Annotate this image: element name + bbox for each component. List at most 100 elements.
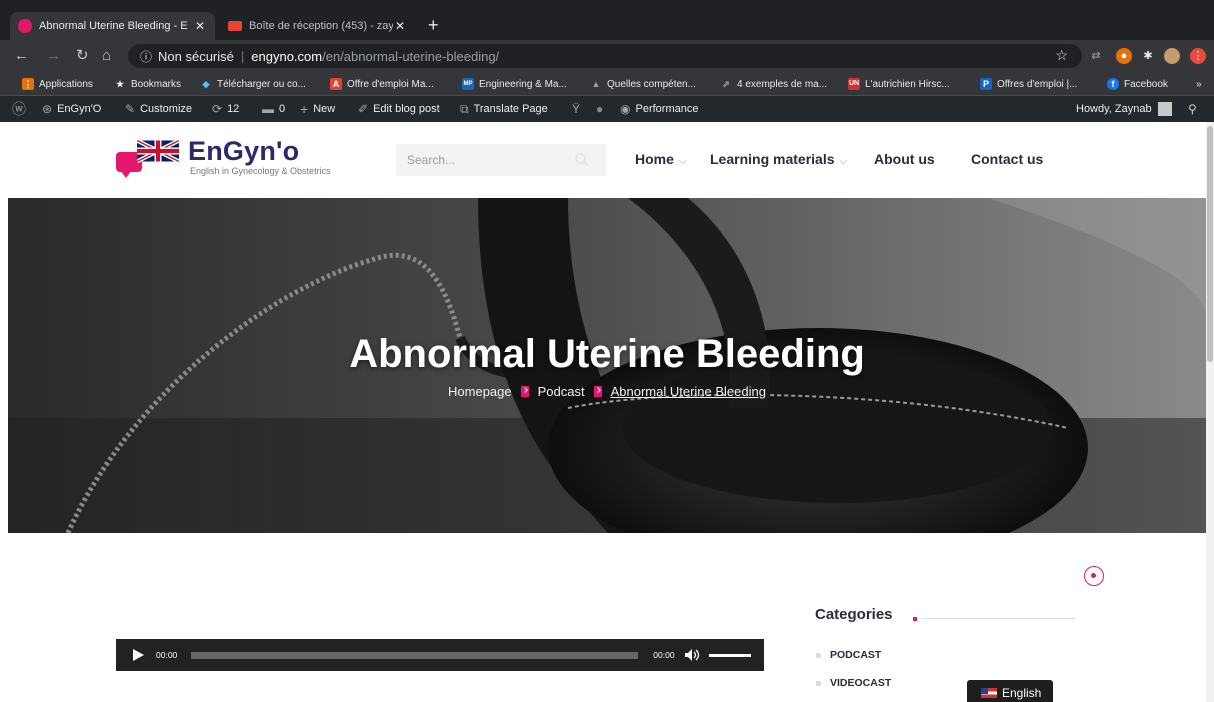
bookmark-label: Applications xyxy=(39,78,93,90)
info-icon[interactable]: ⓘ xyxy=(140,48,152,65)
bookmark-label: Quelles compéten... xyxy=(607,78,696,90)
bookmark-item[interactable]: ⇗ 4 exemples de ma... xyxy=(720,72,827,96)
forward-arrow-icon[interactable]: → xyxy=(46,47,61,64)
menu-learning-label: Learning materials xyxy=(710,151,835,167)
play-icon[interactable] xyxy=(133,649,144,661)
bookmark-item[interactable]: f Facebook xyxy=(1107,72,1168,96)
bullet-icon xyxy=(816,652,821,658)
bookmark-label: L'autrichien Hirsc... xyxy=(865,78,950,90)
scroll-indicator-button[interactable] xyxy=(1084,566,1104,586)
tab-active[interactable]: Abnormal Uterine Bleeding - E ✕ xyxy=(10,12,215,40)
wp-site-label: EnGyn'O xyxy=(57,103,102,115)
bookmarks-overflow-icon[interactable]: » xyxy=(1196,72,1202,96)
reload-icon[interactable]: ↻ xyxy=(76,47,89,64)
engyno-favicon-icon xyxy=(18,19,32,33)
breadcrumb-arrow-icon xyxy=(593,386,602,397)
logo-bubble-tail xyxy=(120,170,132,178)
wp-account[interactable]: Howdy, Zaynab xyxy=(1076,96,1172,122)
wp-customize[interactable]: ✎ Customize xyxy=(125,96,192,122)
wp-translate[interactable]: ⧉ Translate Page xyxy=(460,96,548,122)
us-flag-icon xyxy=(981,688,997,698)
update-menu-icon[interactable]: ⋮ xyxy=(1190,48,1206,64)
wp-edit-post[interactable]: ✐ Edit blog post xyxy=(358,96,440,122)
bookmark-star-icon[interactable]: ☆ xyxy=(1055,47,1068,64)
page-title: Abnormal Uterine Bleeding xyxy=(349,332,865,376)
bookmark-label: Bookmarks xyxy=(131,78,182,90)
menu-learning-materials[interactable]: Learning materials ⌵ xyxy=(710,151,847,167)
bookmarks-bar: ⋮ Applications ★ Bookmarks ◆ Télécharger… xyxy=(0,72,1214,96)
facebook-icon: f xyxy=(1107,78,1119,90)
search-icon[interactable] xyxy=(574,152,590,168)
wp-search-icon[interactable]: ⚲ xyxy=(1188,96,1202,122)
logo-tagline: English in Gynecology & Obstetrics xyxy=(190,166,331,176)
bookmark-label: Engineering & Ma... xyxy=(479,78,567,90)
extension-icon[interactable]: ⇄ xyxy=(1088,48,1104,64)
wp-new-label: New xyxy=(313,103,336,115)
address-bar[interactable]: ⓘ Non sécurisé | engyno.com /en/abnormal… xyxy=(128,44,1082,68)
yoast-seo-icon[interactable]: Ÿ xyxy=(572,96,585,122)
bookmark-item[interactable]: ⋮ Applications xyxy=(22,72,93,96)
home-icon[interactable]: ⌂ xyxy=(102,47,111,64)
new-tab-button[interactable]: + xyxy=(428,16,439,34)
bookmark-item[interactable]: ▲ Quelles compéten... xyxy=(590,72,696,96)
category-label: PODCAST xyxy=(830,649,882,661)
site-header: EnGyn'o English in Gynecology & Obstetri… xyxy=(0,122,1214,198)
bookmark-item[interactable]: A Offre d'emploi Ma... xyxy=(330,72,434,96)
language-switcher[interactable]: English xyxy=(967,680,1053,702)
wordpress-logo-icon[interactable]: ⓦ xyxy=(12,96,31,122)
address-separator: | xyxy=(240,48,245,64)
bookmark-item[interactable]: P Offres d'emploi |... xyxy=(980,72,1077,96)
tab-inactive[interactable]: Boîte de réception (453) - zay ✕ xyxy=(220,12,415,40)
close-tab-icon[interactable]: ✕ xyxy=(193,19,207,33)
wp-site-name[interactable]: ⊛ EnGyn'O xyxy=(42,96,101,122)
heading-accent-dot xyxy=(913,617,917,621)
puzzle-extensions-icon[interactable]: ✱ xyxy=(1140,48,1156,64)
translate-icon: ⧉ xyxy=(460,101,469,116)
menu-about-us[interactable]: About us xyxy=(874,151,935,167)
tab-title: Abnormal Uterine Bleeding - E xyxy=(39,20,188,32)
wp-translate-label: Translate Page xyxy=(473,103,548,115)
breadcrumb-podcast-link[interactable]: Podcast xyxy=(538,384,585,399)
close-tab-icon[interactable]: ✕ xyxy=(393,19,407,33)
chevron-down-icon: ⌵ xyxy=(839,156,848,167)
wp-performance[interactable]: ◉ Performance xyxy=(620,96,698,122)
menu-home[interactable]: Home ⌵ xyxy=(635,151,687,167)
volume-slider[interactable] xyxy=(708,653,751,657)
bookmark-item[interactable]: ◆ Télécharger ou co... xyxy=(200,72,306,96)
bookmark-item[interactable]: UN L'autrichien Hirsc... xyxy=(848,72,950,96)
wp-customize-label: Customize xyxy=(140,103,193,115)
pencil-icon: ✐ xyxy=(358,102,369,116)
browser-tab-strip: Abnormal Uterine Bleeding - E ✕ Boîte de… xyxy=(0,0,1214,40)
page-scrollbar[interactable] xyxy=(1206,122,1214,702)
apps-grid-icon: ⋮ xyxy=(22,78,34,90)
breadcrumb-home-link[interactable]: Homepage xyxy=(448,384,512,399)
duration: 00:00 xyxy=(653,650,675,660)
profile-avatar-icon[interactable] xyxy=(1164,48,1180,64)
wp-updates[interactable]: ⟳ 12 xyxy=(212,96,239,122)
tab-title: Boîte de réception (453) - zay xyxy=(249,20,393,32)
back-arrow-icon[interactable]: ← xyxy=(14,47,29,64)
bookmark-item[interactable]: ★ Bookmarks xyxy=(114,72,181,96)
extension-icon[interactable]: ● xyxy=(1116,48,1132,64)
seo-status-dot-icon: ● xyxy=(596,102,604,116)
category-videocast[interactable]: VIDEOCAST xyxy=(816,677,891,689)
avatar xyxy=(1157,102,1172,116)
wp-comments[interactable]: ▬ 0 xyxy=(262,96,285,122)
security-label: Non sécurisé xyxy=(158,48,234,64)
wp-comments-count: 0 xyxy=(279,103,286,115)
wp-new[interactable]: + New xyxy=(300,96,335,122)
menu-contact-label: Contact us xyxy=(971,151,1044,167)
browser-toolbar: ← → ↻ ⌂ ⓘ Non sécurisé | engyno.com /en/… xyxy=(0,40,1214,72)
bookmark-label: Facebook xyxy=(1124,78,1168,90)
progress-slider[interactable] xyxy=(191,651,639,659)
mp-icon: MP xyxy=(462,78,474,90)
breadcrumb: Homepage Podcast Abnormal Uterine Bleeding xyxy=(8,384,1206,399)
bookmark-item[interactable]: MP Engineering & Ma... xyxy=(462,72,567,96)
menu-contact-us[interactable]: Contact us xyxy=(971,151,1043,167)
category-podcast[interactable]: PODCAST xyxy=(816,649,881,661)
plus-icon: + xyxy=(300,101,309,117)
scrollbar-thumb[interactable] xyxy=(1207,126,1213,362)
volume-icon[interactable] xyxy=(684,649,700,661)
refresh-icon: ⟳ xyxy=(212,102,223,116)
chevron-down-icon: ⌵ xyxy=(678,156,687,167)
